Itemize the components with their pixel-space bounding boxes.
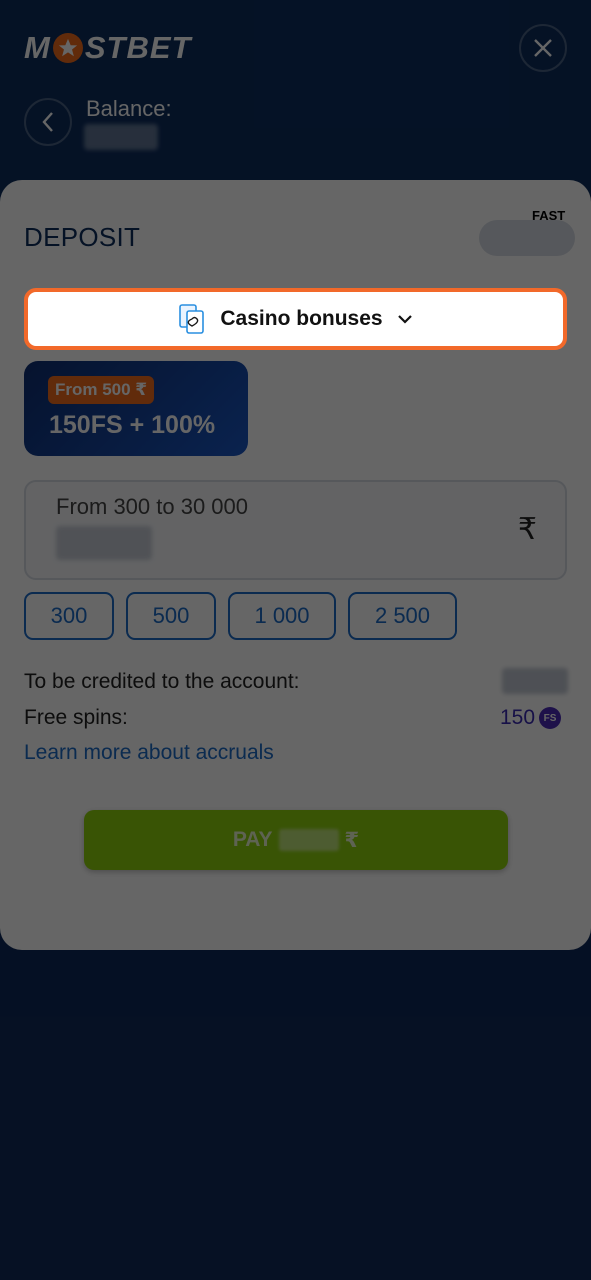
fast-toggle[interactable] bbox=[479, 220, 575, 256]
logo-text-right: STBET bbox=[84, 30, 192, 65]
credited-value-hidden bbox=[502, 668, 568, 694]
mostbet-logo: M STBET bbox=[24, 28, 191, 68]
balance-value-hidden bbox=[84, 124, 158, 150]
deposit-title: DEPOSIT bbox=[24, 222, 141, 252]
preset-amount-500[interactable]: 500 bbox=[126, 592, 216, 640]
preset-amount-1000[interactable]: 1 000 bbox=[228, 592, 336, 640]
credited-label: To be credited to the account: bbox=[24, 670, 300, 693]
pay-currency: ₹ bbox=[344, 828, 360, 852]
preset-amount-2500[interactable]: 2 500 bbox=[348, 592, 457, 640]
pay-label: PAY bbox=[232, 828, 273, 851]
chevron-left-icon bbox=[42, 112, 53, 132]
fs-badge-icon: FS bbox=[539, 707, 562, 729]
offer-text: 150FS + 100% bbox=[49, 411, 216, 439]
learn-more-link[interactable]: Learn more about accruals bbox=[24, 741, 274, 765]
bonus-offer-card[interactable]: From 500 ₹ 150FS + 100% bbox=[24, 361, 248, 456]
rupee-icon: ₹ bbox=[517, 513, 537, 546]
bonus-selector-label: Casino bonuses bbox=[220, 307, 383, 330]
header: M STBET Balance: bbox=[0, 0, 591, 200]
logo-star-icon bbox=[52, 33, 83, 63]
back-button[interactable] bbox=[24, 98, 72, 146]
free-spins-count: 150 bbox=[500, 706, 536, 729]
amount-input[interactable]: From 300 to 30 000 ₹ bbox=[24, 480, 567, 580]
bonus-type-selector[interactable]: Casino bonuses bbox=[24, 288, 567, 350]
offer-min-badge: From 500 ₹ bbox=[48, 376, 155, 404]
cards-icon bbox=[179, 304, 205, 334]
balance-label: Balance: bbox=[86, 96, 172, 121]
logo-text-left: M bbox=[24, 30, 51, 65]
close-icon bbox=[534, 39, 552, 57]
preset-amount-300[interactable]: 300 bbox=[24, 592, 114, 640]
amount-value-hidden bbox=[56, 526, 152, 560]
free-spins-label: Free spins: bbox=[24, 706, 128, 729]
free-spins-value: 150 FS bbox=[500, 706, 562, 730]
chevron-down-icon bbox=[397, 315, 412, 324]
close-button[interactable] bbox=[519, 24, 567, 72]
pay-button[interactable]: PAY ₹ bbox=[84, 810, 508, 870]
amount-placeholder: From 300 to 30 000 bbox=[56, 494, 249, 519]
pay-amount-hidden bbox=[278, 829, 339, 851]
